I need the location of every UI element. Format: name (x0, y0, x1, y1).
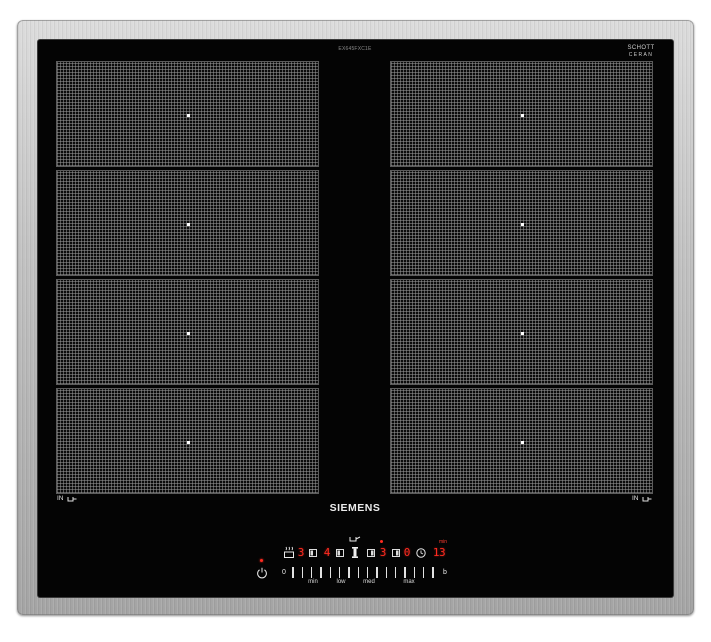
slider-tick (330, 567, 331, 578)
cooking-zone-left-4 (56, 388, 319, 494)
zone-label-left: IN (57, 494, 77, 504)
zone-center-mark (521, 223, 524, 226)
zone-center-mark (521, 441, 524, 444)
cooking-zone-left-3 (56, 279, 319, 385)
brand-logo: SIEMENS (329, 502, 381, 514)
slider-tick (404, 567, 406, 578)
cooking-zone-right-1 (390, 61, 653, 167)
slider-label-low: low (336, 579, 346, 585)
zone-center-mark (187, 114, 190, 117)
slider-tick (376, 567, 378, 578)
zone-center-mark (521, 332, 524, 335)
zone-center-mark (187, 223, 190, 226)
slider-label-med: med (363, 579, 375, 585)
slider-tick (423, 567, 424, 578)
zone-center-mark (521, 114, 524, 117)
zone-label-left-text: IN (57, 495, 64, 502)
zone-power-display-2: 4 (323, 546, 331, 559)
slider-tick (311, 567, 312, 578)
clock-icon[interactable] (416, 548, 426, 558)
slider-tick (395, 567, 396, 578)
slider-tick (386, 567, 387, 578)
zone-label-right-text: IN (632, 495, 639, 502)
induction-pan-icon (67, 496, 76, 501)
zone-select-icon[interactable] (336, 549, 344, 557)
zone-selected-indicator (380, 540, 383, 543)
zone-power-display-4: 0 (403, 546, 411, 559)
timer-unit-label: min (438, 539, 448, 545)
zone-power-display-1: 3 (297, 546, 305, 559)
slider-tick (292, 567, 294, 578)
slider-tick (339, 567, 340, 578)
cooking-zone-right-2 (390, 170, 653, 276)
power-indicator-led (260, 559, 263, 562)
cooking-zone-right-3 (390, 279, 653, 385)
cooking-zone-left-1 (56, 61, 319, 167)
zone-select-icon[interactable] (392, 549, 400, 557)
slider-label-max: max (403, 579, 415, 585)
move-function-icon[interactable] (352, 547, 358, 558)
slider-zero-label[interactable]: 0 (280, 569, 288, 577)
boost-button[interactable]: b (441, 569, 449, 577)
model-code-text: EX645FXC1E (338, 46, 372, 52)
zone-center-mark (187, 332, 190, 335)
flex-mode-icon[interactable] (349, 535, 361, 543)
slider-tick (348, 567, 350, 578)
zone-select-icon[interactable] (367, 549, 375, 557)
slider-tick (367, 567, 368, 578)
slider-tick (414, 567, 415, 578)
timer-display: 13 (432, 546, 446, 559)
slider-tick (320, 567, 322, 578)
zone-center-mark (187, 441, 190, 444)
power-icon[interactable] (256, 567, 268, 579)
zone-label-right: IN (632, 494, 652, 504)
schott-logo-text: SCHOTT (627, 45, 655, 51)
cooking-zone-right-4 (390, 388, 653, 494)
slider-tick (302, 567, 303, 578)
cooking-zone-left-2 (56, 170, 319, 276)
ceran-logo-text: CERAN (628, 52, 654, 58)
slider-tick (358, 567, 359, 578)
zone-select-icon[interactable] (309, 549, 317, 557)
induction-pan-icon (642, 496, 651, 501)
power-level-slider[interactable] (292, 567, 434, 578)
schott-ceran-logo: SCHOTT CERAN (622, 45, 660, 58)
slider-label-min: min (308, 579, 318, 585)
frying-sensor-icon[interactable] (283, 546, 295, 559)
zone-power-display-3: 3 (379, 546, 387, 559)
slider-tick (432, 567, 434, 578)
